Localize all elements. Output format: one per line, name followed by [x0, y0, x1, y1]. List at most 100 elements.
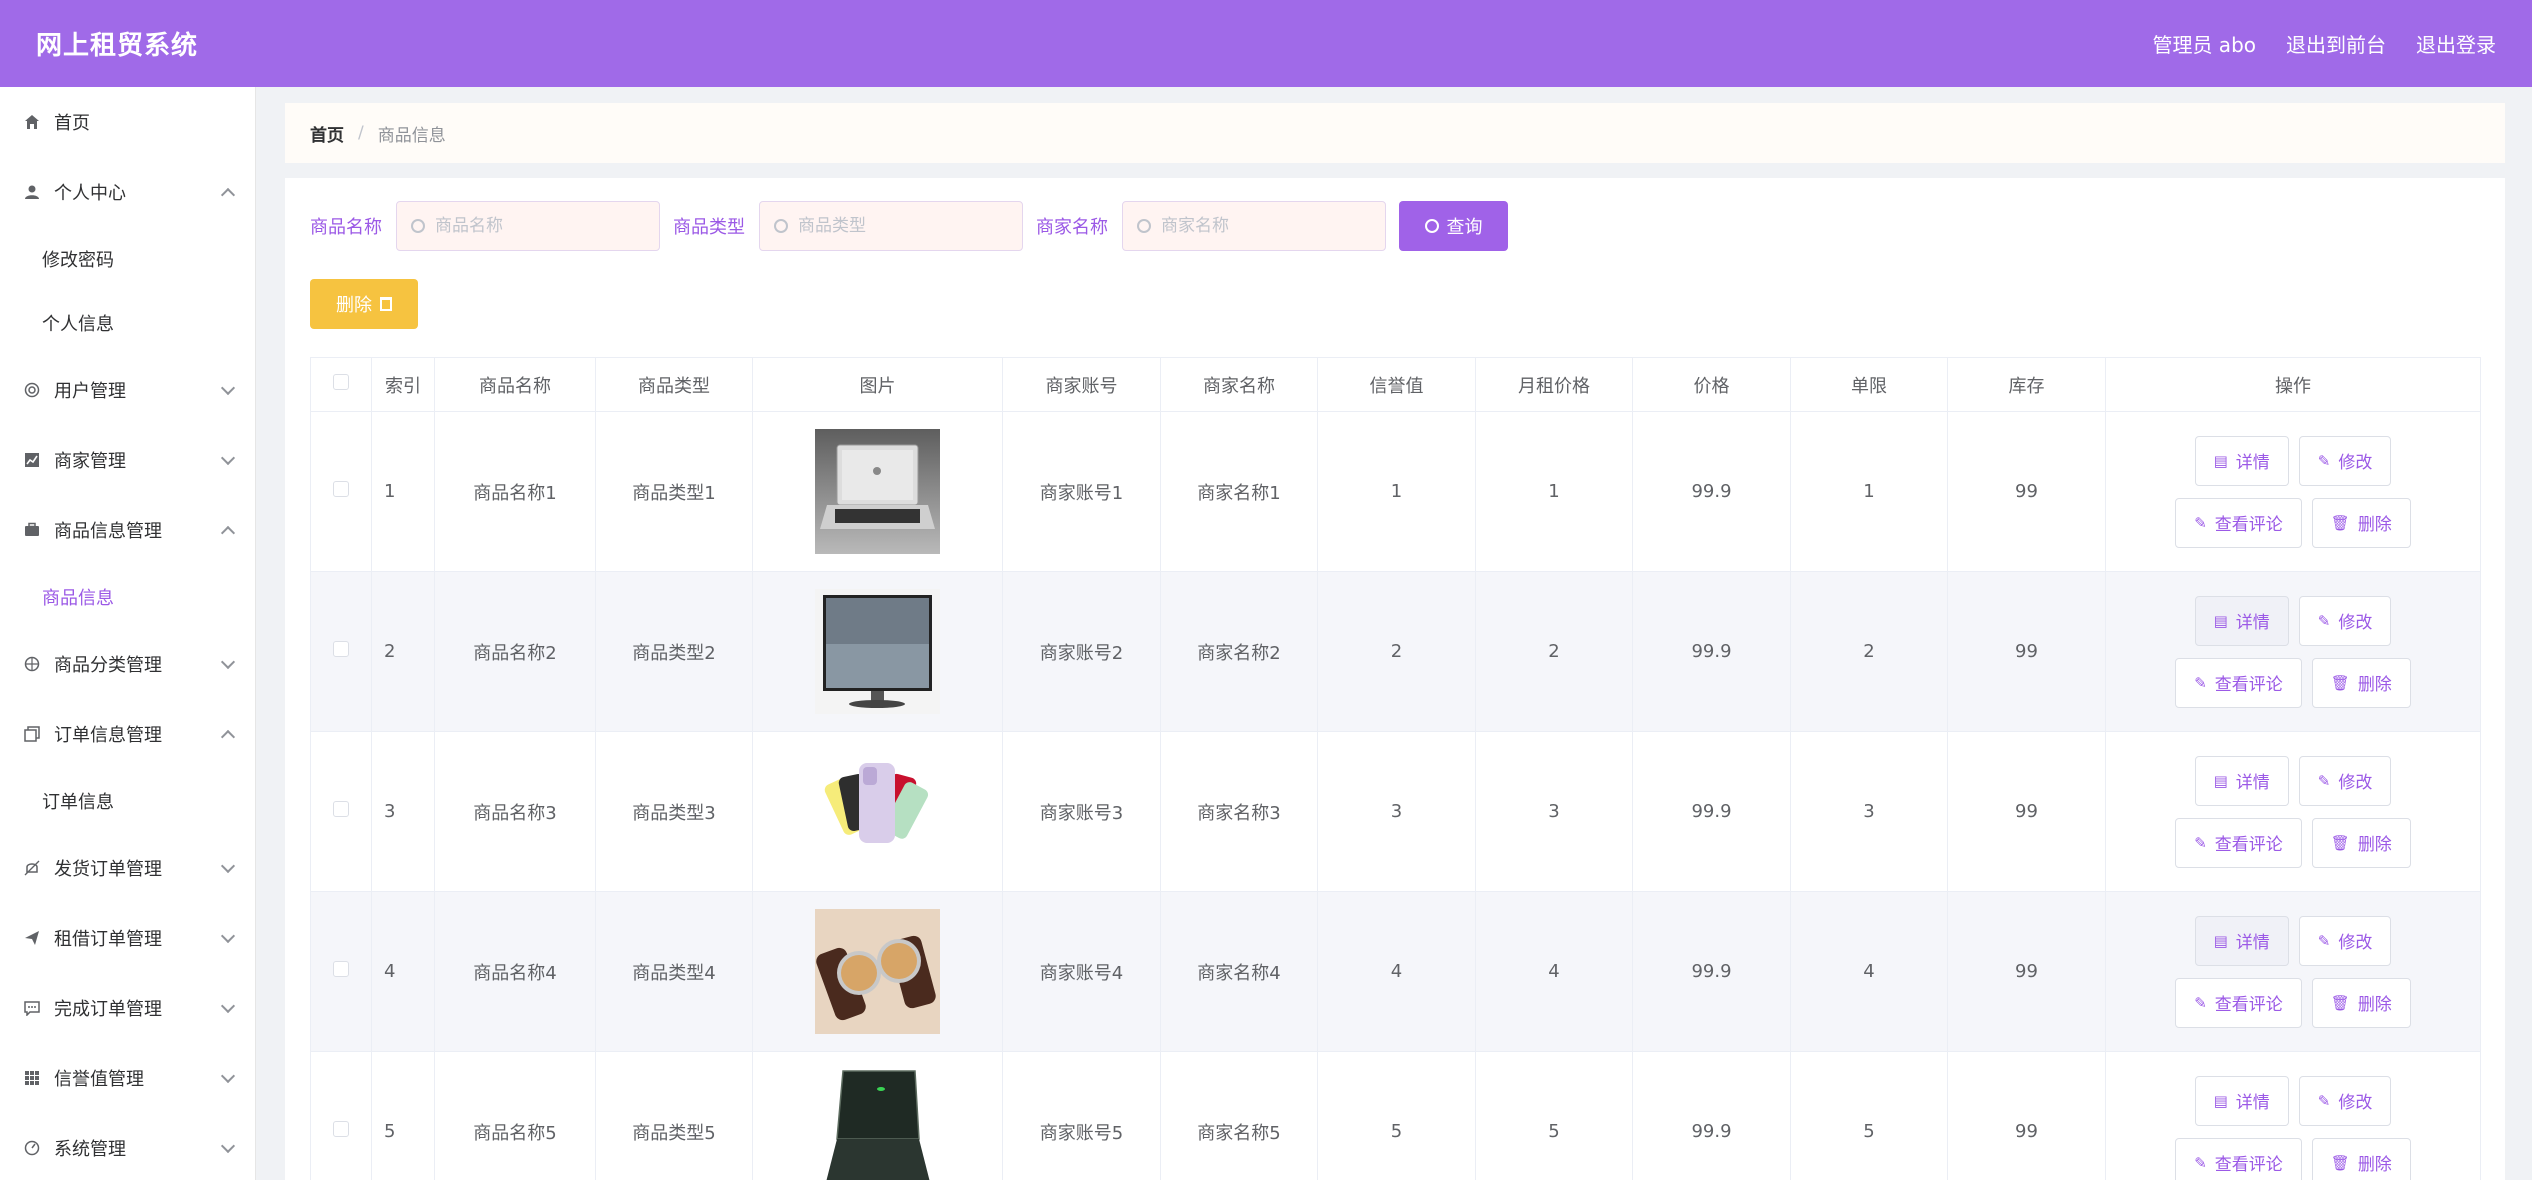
- breadcrumb-current: 商品信息: [377, 125, 446, 146]
- query-button[interactable]: 查询: [1399, 201, 1508, 251]
- breadcrumb-home[interactable]: 首页: [310, 121, 344, 146]
- row-delete-button[interactable]: 🗑 删除: [2311, 977, 2411, 1028]
- sidebar-item-user-management[interactable]: 用户管理: [0, 355, 255, 425]
- row-checkbox[interactable]: [333, 961, 349, 977]
- merchant-account-cell: 商家账号2: [1002, 571, 1161, 732]
- view-comments-button[interactable]: ✎ 查看评论: [2175, 657, 2302, 708]
- edit-button[interactable]: ✎ 修改: [2298, 595, 2392, 646]
- chevron-up-icon: [220, 187, 236, 203]
- detail-button-label: 详情: [2235, 933, 2270, 953]
- product-type-cell: 商品类型5: [595, 1051, 753, 1180]
- sidebar-subitem-change-password[interactable]: 修改密码: [0, 227, 255, 291]
- row-delete-label: 删除: [2357, 1155, 2392, 1175]
- row-checkbox[interactable]: [333, 801, 349, 817]
- edit-icon: ✎: [2194, 993, 2207, 1012]
- edit-icon: ✎: [2194, 513, 2207, 532]
- product-image: [815, 909, 940, 1034]
- current-user[interactable]: 管理员 abo: [2152, 29, 2256, 58]
- row-delete-button[interactable]: 🗑 删除: [2311, 497, 2411, 548]
- view-comments-button[interactable]: ✎ 查看评论: [2175, 817, 2302, 868]
- sidebar-item-home[interactable]: 首页: [0, 87, 255, 157]
- grid-icon: [22, 1068, 42, 1088]
- edit-icon: ✎: [2194, 833, 2207, 852]
- credit-cell: 5: [1317, 1051, 1476, 1180]
- row-delete-button[interactable]: 🗑 删除: [2311, 817, 2411, 868]
- sidebar-item-credit-management[interactable]: 信誉值管理: [0, 1043, 255, 1113]
- trash-icon: 🗑: [2330, 993, 2350, 1012]
- sidebar-item-completed-management[interactable]: 完成订单管理: [0, 973, 255, 1043]
- top-bar: 网上租贸系统 管理员 abo 退出到前台 退出登录: [0, 0, 2532, 87]
- edit-button[interactable]: ✎ 修改: [2298, 435, 2392, 486]
- trash-icon: 🗑: [2330, 673, 2350, 692]
- row-checkbox[interactable]: [333, 481, 349, 497]
- operations-cell: ▤ 详情 ✎ 修改 ✎ 查看评论 🗑 删除: [2105, 1051, 2481, 1180]
- sidebar-item-label: 信誉值管理: [54, 1069, 144, 1090]
- stock-cell: 99: [1947, 891, 2106, 1052]
- view-comments-button[interactable]: ✎ 查看评论: [2175, 497, 2302, 548]
- batch-delete-button[interactable]: 删除: [310, 279, 418, 329]
- detail-button[interactable]: ▤ 详情: [2194, 915, 2289, 966]
- merchant-name-cell: 商家名称3: [1160, 731, 1318, 892]
- index-cell: 5: [371, 1051, 435, 1180]
- view-comments-button[interactable]: ✎ 查看评论: [2175, 1137, 2302, 1180]
- chevron-down-icon: [220, 380, 236, 396]
- search-icon: [1424, 219, 1439, 233]
- image-cell: [752, 571, 1003, 732]
- sidebar-item-system-management[interactable]: 系统管理: [0, 1113, 255, 1180]
- edit-icon: ✎: [2317, 1091, 2331, 1110]
- sidebar-item-shipping-management[interactable]: 发货订单管理: [0, 833, 255, 903]
- detail-button[interactable]: ▤ 详情: [2194, 595, 2289, 646]
- edit-button[interactable]: ✎ 修改: [2298, 1075, 2392, 1126]
- product-type-cell: 商品类型3: [595, 731, 753, 892]
- product-name-cell: 商品名称3: [434, 731, 596, 892]
- column-header: 单限: [1790, 357, 1948, 412]
- document-icon: ▤: [2213, 611, 2228, 630]
- sidebar-subitem-order-info[interactable]: 订单信息: [0, 769, 255, 833]
- product-type-cell: 商品类型4: [595, 891, 753, 1052]
- row-checkbox[interactable]: [333, 1121, 349, 1137]
- sidebar-item-merchant-management[interactable]: 商家管理: [0, 425, 255, 495]
- sidebar-item-personal-center[interactable]: 个人中心: [0, 157, 255, 227]
- merchant-name-cell: 商家名称5: [1160, 1051, 1318, 1180]
- detail-button[interactable]: ▤ 详情: [2194, 755, 2289, 806]
- sidebar-subitem-product-info[interactable]: 商品信息: [0, 565, 255, 629]
- logout-link[interactable]: 退出登录: [2416, 29, 2496, 58]
- table-row: 2 商品名称2 商品类型2 商家账号2 商家名称2 2 2 99.9 2 99 ▤ 详情 ✎ 修改 ✎ 查看评…: [310, 571, 2481, 732]
- sidebar-subitem-personal-info[interactable]: 个人信息: [0, 291, 255, 355]
- back-to-front-link[interactable]: 退出到前台: [2286, 29, 2386, 58]
- view-comments-button[interactable]: ✎ 查看评论: [2175, 977, 2302, 1028]
- chevron-down-icon: [220, 654, 236, 670]
- sidebar-item-product-management[interactable]: 商品信息管理: [0, 495, 255, 565]
- detail-button[interactable]: ▤ 详情: [2194, 435, 2289, 486]
- detail-button[interactable]: ▤ 详情: [2194, 1075, 2289, 1126]
- edit-button[interactable]: ✎ 修改: [2298, 755, 2392, 806]
- edit-button[interactable]: ✎ 修改: [2298, 915, 2392, 966]
- select-all-checkbox[interactable]: [333, 374, 349, 390]
- product-name-input[interactable]: [435, 216, 635, 236]
- product-type-field[interactable]: [759, 201, 1023, 251]
- product-image: [815, 1069, 940, 1180]
- sidebar-item-rental-management[interactable]: 租借订单管理: [0, 903, 255, 973]
- row-delete-button[interactable]: 🗑 删除: [2311, 657, 2411, 708]
- search-icon: [774, 219, 788, 233]
- merchant-name-field[interactable]: [1122, 201, 1386, 251]
- sidebar-item-label: 系统管理: [54, 1139, 126, 1160]
- user-icon: [22, 182, 42, 202]
- merchant-name-input[interactable]: [1161, 216, 1361, 236]
- chevron-up-icon: [220, 525, 236, 541]
- briefcase-icon: [22, 520, 42, 540]
- product-name-field[interactable]: [396, 201, 660, 251]
- product-name-label: 商品名称: [310, 217, 382, 238]
- sidebar-item-label: 个人中心: [54, 183, 126, 204]
- edit-button-label: 修改: [2338, 773, 2373, 793]
- chevron-down-icon: [220, 450, 236, 466]
- row-delete-button[interactable]: 🗑 删除: [2311, 1137, 2411, 1180]
- merchant-account-cell: 商家账号1: [1002, 411, 1161, 572]
- sidebar-item-category-management[interactable]: 商品分类管理: [0, 629, 255, 699]
- row-delete-label: 删除: [2357, 515, 2392, 535]
- row-checkbox[interactable]: [333, 641, 349, 657]
- sidebar-item-order-management[interactable]: 订单信息管理: [0, 699, 255, 769]
- edit-button-label: 修改: [2338, 933, 2373, 953]
- product-type-cell: 商品类型1: [595, 411, 753, 572]
- product-type-input[interactable]: [798, 216, 998, 236]
